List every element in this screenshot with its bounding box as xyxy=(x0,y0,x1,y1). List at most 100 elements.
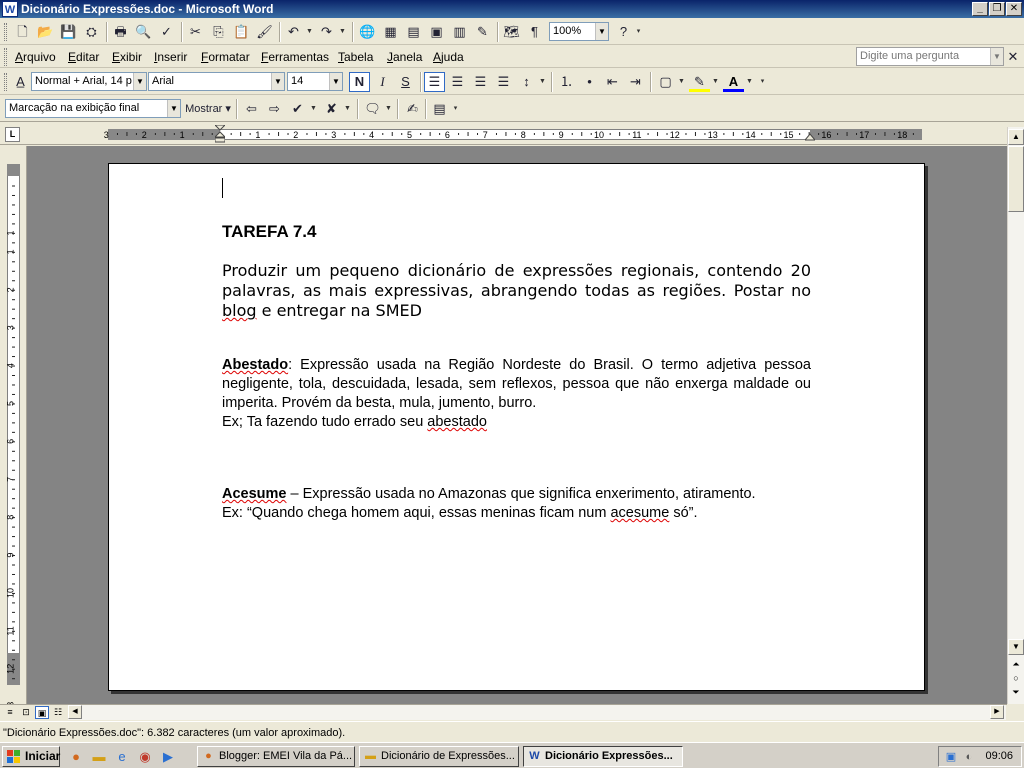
print-layout-icon[interactable]: ▣ xyxy=(35,706,49,719)
insert-excel-icon[interactable]: ▣ xyxy=(426,22,447,42)
chevron-down-icon[interactable]: ▼ xyxy=(271,73,284,90)
toolbar-options-icon[interactable]: ▾ xyxy=(758,72,767,92)
paste-icon[interactable]: 📋 xyxy=(231,22,252,42)
media-player-icon[interactable]: ▶ xyxy=(159,748,177,765)
cut-icon[interactable]: ✂ xyxy=(185,22,206,42)
chevron-down-icon[interactable]: ▼ xyxy=(133,73,146,90)
tables-borders-icon[interactable]: ▦ xyxy=(380,22,401,42)
comment-dropdown-icon[interactable]: ▼ xyxy=(384,99,393,119)
outline-view-icon[interactable]: ☷ xyxy=(51,706,65,719)
minimize-button[interactable]: _ xyxy=(972,2,988,16)
undo-icon[interactable]: ↶ xyxy=(283,22,304,42)
chevron-down-icon[interactable]: ▼ xyxy=(167,100,180,117)
decrease-indent-icon[interactable]: ⇤ xyxy=(602,72,623,92)
normal-view-icon[interactable]: ≡ xyxy=(3,706,17,719)
misspelled-word[interactable]: blog xyxy=(222,301,257,320)
numbering-icon[interactable]: ⒈ xyxy=(556,72,577,92)
scroll-right-icon[interactable]: ▶ xyxy=(990,705,1004,719)
scroll-up-icon[interactable]: ▲ xyxy=(1008,129,1024,145)
increase-indent-icon[interactable]: ⇥ xyxy=(625,72,646,92)
undo-dropdown-icon[interactable]: ▼ xyxy=(305,22,314,42)
drawing-icon[interactable]: ✎ xyxy=(472,22,493,42)
restore-button[interactable]: ❐ xyxy=(989,2,1005,16)
menu-inserir[interactable]: Inserir xyxy=(154,50,187,64)
menu-ajuda[interactable]: Ajuda xyxy=(433,50,464,64)
toolbar-grip[interactable] xyxy=(4,73,7,91)
reject-change-icon[interactable]: ✘ xyxy=(321,99,342,119)
menu-tabela[interactable]: Tabela xyxy=(338,50,373,64)
print-preview-icon[interactable]: 🔍 xyxy=(133,22,154,42)
title-bar[interactable]: W Dicionário Expressões.doc - Microsoft … xyxy=(0,0,1024,18)
toolbar-grip[interactable] xyxy=(4,48,7,66)
new-document-icon[interactable]: 🗋 xyxy=(12,22,33,42)
task-description[interactable]: Produzir um pequeno dicionário de expres… xyxy=(222,261,811,321)
close-document-icon[interactable]: ✕ xyxy=(1004,47,1022,67)
show-hide-icon[interactable]: ¶ xyxy=(524,22,545,42)
track-changes-icon[interactable]: ✍ xyxy=(402,99,423,119)
menu-editar[interactable]: Editar xyxy=(68,50,99,64)
entry-term[interactable]: Acesume xyxy=(222,486,286,502)
menu-janela[interactable]: Janela xyxy=(387,50,422,64)
border-icon[interactable]: ▢ xyxy=(655,72,676,92)
task-word-document[interactable]: W Dicionário Expressões... xyxy=(523,746,683,767)
task-explorer-folder[interactable]: ▬ Dicionário de Expressões... xyxy=(359,746,519,767)
font-select[interactable]: Arial ▼ xyxy=(148,72,285,91)
menu-arquivo[interactable]: Arquivo xyxy=(15,50,56,64)
columns-icon[interactable]: ▥ xyxy=(449,22,470,42)
print-icon[interactable]: 🖶 xyxy=(110,22,131,42)
previous-page-icon[interactable]: ⏶ xyxy=(1011,658,1021,670)
copy-icon[interactable]: ⎘ xyxy=(208,22,229,42)
misspelled-word[interactable]: abestado xyxy=(427,414,487,430)
align-right-icon[interactable]: ☰ xyxy=(470,72,491,92)
zoom-select[interactable]: 100% ▼ xyxy=(549,22,609,41)
menu-exibir[interactable]: Exibir xyxy=(112,50,142,64)
permission-icon[interactable]: ⛭ xyxy=(81,22,102,42)
line-spacing-icon[interactable]: ↕ xyxy=(516,72,537,92)
reviewing-pane-dropdown-icon[interactable]: ▾ xyxy=(451,99,460,119)
document-workspace[interactable]: TAREFA 7.4 Produzir um pequeno dicionári… xyxy=(27,146,1007,704)
select-browse-object-icon[interactable]: ○ xyxy=(1011,672,1021,684)
highlight-dropdown-icon[interactable]: ▼ xyxy=(711,72,720,92)
chrome-icon[interactable]: ◉ xyxy=(136,748,154,765)
underline-button[interactable]: S xyxy=(395,72,416,92)
toolbar-options-icon[interactable]: ▾ xyxy=(634,22,643,42)
reviewing-pane-icon[interactable]: ▤ xyxy=(429,99,450,119)
bullets-icon[interactable]: • xyxy=(579,72,600,92)
help-icon[interactable]: ? xyxy=(613,22,634,42)
task-blogger[interactable]: ● Blogger: EMEI Vila da Pá... xyxy=(197,746,355,767)
horizontal-scrollbar[interactable]: ◀ ▶ xyxy=(68,705,1006,720)
scroll-thumb[interactable] xyxy=(1008,146,1024,212)
menu-formatar[interactable]: Formatar xyxy=(201,50,250,64)
previous-change-icon[interactable]: ⇦ xyxy=(241,99,262,119)
styles-formatting-icon[interactable]: A̲ xyxy=(10,72,31,92)
start-button[interactable]: Iniciar xyxy=(2,746,60,767)
show-menu-button[interactable]: Mostrar ▾ xyxy=(183,99,233,119)
vertical-ruler[interactable]: 112345678910111213 xyxy=(0,146,27,704)
document-heading[interactable]: TAREFA 7.4 xyxy=(222,222,316,242)
web-layout-icon[interactable]: ⊡ xyxy=(19,706,33,719)
internet-explorer-icon[interactable]: e xyxy=(113,748,131,765)
toolbar-grip[interactable] xyxy=(4,23,7,41)
next-change-icon[interactable]: ⇨ xyxy=(264,99,285,119)
chevron-down-icon[interactable]: ▼ xyxy=(990,48,1003,65)
italic-button[interactable]: I xyxy=(372,72,393,92)
right-indent-marker[interactable] xyxy=(803,131,817,141)
redo-icon[interactable]: ↷ xyxy=(316,22,337,42)
insert-comment-icon[interactable]: 🗨 xyxy=(362,99,383,119)
scroll-down-icon[interactable]: ▼ xyxy=(1008,639,1024,655)
border-dropdown-icon[interactable]: ▼ xyxy=(677,72,686,92)
vertical-scrollbar[interactable]: ▲ ▼ ⏶ ○ ⏷ xyxy=(1007,127,1024,704)
reject-dropdown-icon[interactable]: ▼ xyxy=(343,99,352,119)
redo-dropdown-icon[interactable]: ▼ xyxy=(338,22,347,42)
align-left-icon[interactable]: ☰ xyxy=(424,72,445,92)
network-icon[interactable]: ▣ xyxy=(943,749,959,765)
firefox-icon[interactable]: ● xyxy=(67,748,85,765)
chevron-down-icon[interactable]: ▼ xyxy=(595,23,608,40)
word-app-icon[interactable]: W xyxy=(2,1,18,17)
dictionary-entry-abestado[interactable]: Abestado: Expressão usada na Região Nord… xyxy=(222,356,811,432)
align-center-icon[interactable]: ☰ xyxy=(447,72,468,92)
folder-icon[interactable]: ▬ xyxy=(90,748,108,765)
font-color-dropdown-icon[interactable]: ▼ xyxy=(745,72,754,92)
font-color-icon[interactable]: A xyxy=(723,72,744,92)
volume-icon[interactable]: ◐ xyxy=(961,749,977,765)
